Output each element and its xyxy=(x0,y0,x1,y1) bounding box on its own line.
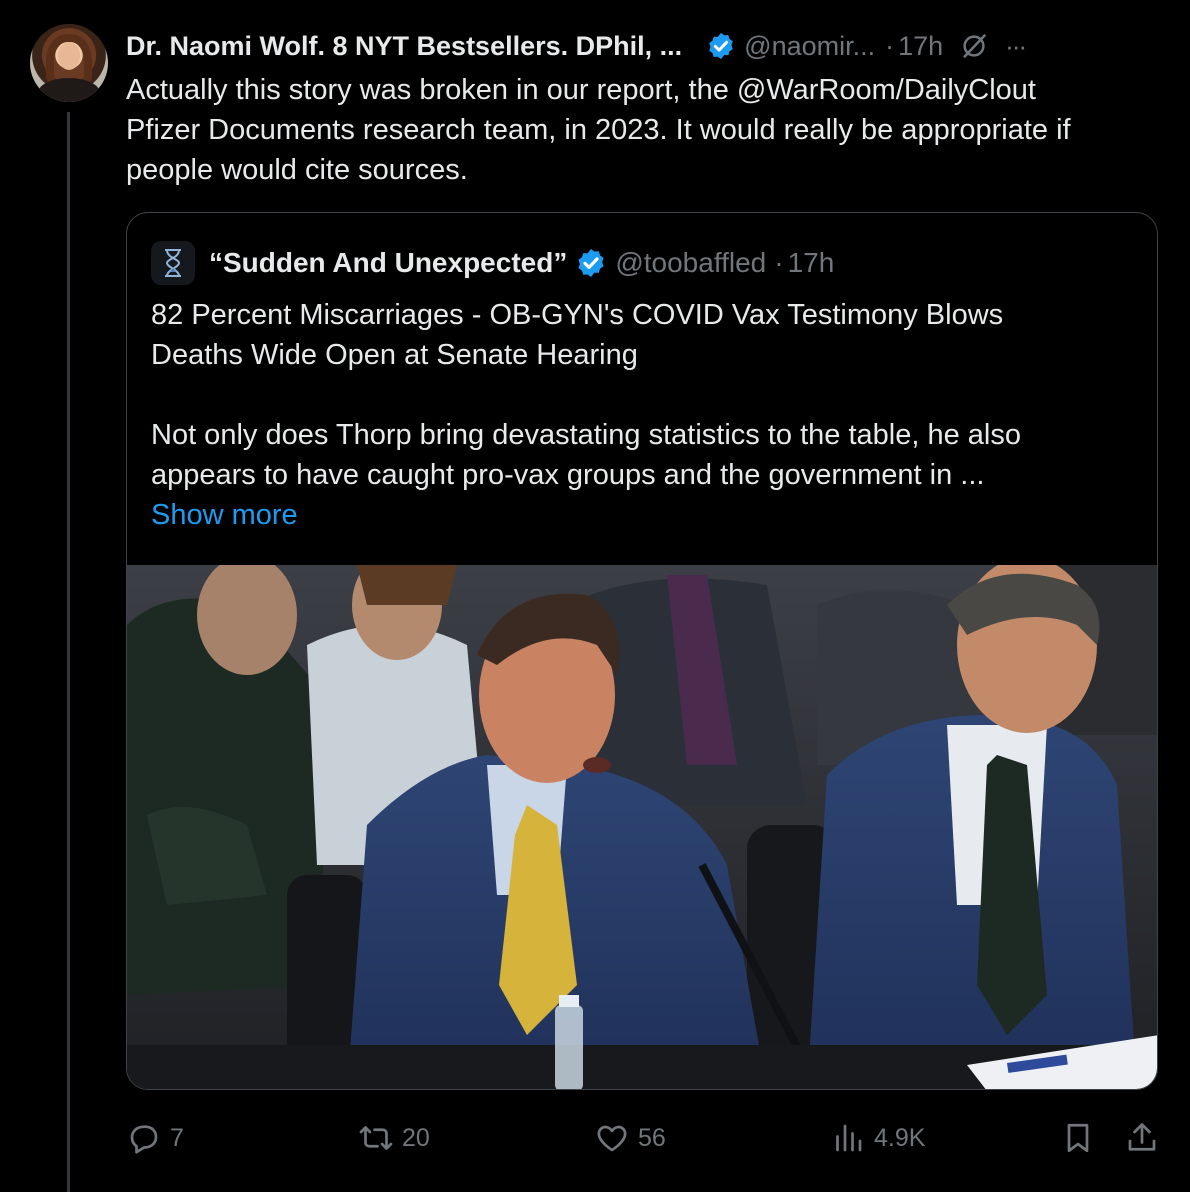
more-icon[interactable]: ··· xyxy=(1005,31,1027,62)
verified-icon xyxy=(578,249,604,277)
tweet-time[interactable]: 17h xyxy=(898,31,943,62)
reply-count: 7 xyxy=(170,1123,184,1152)
views-icon xyxy=(836,1124,862,1152)
author-avatar[interactable] xyxy=(30,24,108,102)
quote-handle: @toobaffled xyxy=(615,247,767,278)
share-icon xyxy=(1128,1123,1156,1151)
like-count: 56 xyxy=(638,1123,666,1152)
quote-text-line: appears to have caught pro-vax groups an… xyxy=(151,459,985,491)
share-button[interactable] xyxy=(1124,1116,1168,1160)
tweet-text-line: Actually this story was broken in our re… xyxy=(126,74,1036,106)
thread-line xyxy=(67,112,70,1192)
show-more-link[interactable]: Show more xyxy=(151,495,1131,535)
verified-icon xyxy=(709,32,733,60)
separator-dot: · xyxy=(885,30,895,61)
bookmark-icon xyxy=(1067,1123,1089,1153)
tweet-actions: 7 20 56 4.9K xyxy=(126,1116,1166,1160)
quote-text-line: 82 Percent Miscarriages - OB-GYN's COVID… xyxy=(151,299,1004,331)
separator-dot: · xyxy=(774,247,784,278)
views-button[interactable]: 4.9K xyxy=(830,1116,925,1160)
quote-header: “Sudden And Unexpected” @toobaffled · 17… xyxy=(151,241,835,285)
tweet-text-line: people would cite sources. xyxy=(126,154,468,186)
grok-icon[interactable] xyxy=(959,31,989,61)
hearing-photo xyxy=(127,565,1157,1089)
quote-text-line xyxy=(151,375,1131,415)
like-button[interactable]: 56 xyxy=(594,1116,666,1160)
repost-count: 20 xyxy=(402,1123,430,1152)
author-name[interactable]: Dr. Naomi Wolf. 8 NYT Bestsellers. DPhil… xyxy=(126,31,682,62)
quote-text: 82 Percent Miscarriages - OB-GYN's COVID… xyxy=(151,295,1131,535)
hourglass-icon xyxy=(165,249,181,277)
quote-text-line: Not only does Thorp bring devastating st… xyxy=(151,419,1021,451)
quote-avatar xyxy=(151,241,195,285)
like-icon xyxy=(597,1125,627,1152)
repost-icon xyxy=(359,1126,393,1150)
quote-author-name: “Sudden And Unexpected” xyxy=(209,247,568,278)
reply-icon xyxy=(130,1125,158,1154)
author-handle[interactable]: @naomir... xyxy=(744,31,875,62)
repost-button[interactable]: 20 xyxy=(358,1116,430,1160)
tweet-header: Dr. Naomi Wolf. 8 NYT Bestsellers. DPhil… xyxy=(126,26,1166,66)
bookmark-button[interactable] xyxy=(1060,1116,1104,1160)
quoted-tweet[interactable]: “Sudden And Unexpected” @toobaffled · 17… xyxy=(126,212,1158,1090)
quote-time: 17h xyxy=(787,247,835,278)
tweet-text: Actually this story was broken in our re… xyxy=(126,70,1156,190)
tweet-text-line: Pfizer Documents research team, in 2023.… xyxy=(126,114,1071,146)
reply-button[interactable]: 7 xyxy=(126,1116,184,1160)
quote-media-image[interactable] xyxy=(127,565,1157,1089)
quote-text-line: Deaths Wide Open at Senate Hearing xyxy=(151,339,638,371)
views-count: 4.9K xyxy=(874,1123,926,1152)
